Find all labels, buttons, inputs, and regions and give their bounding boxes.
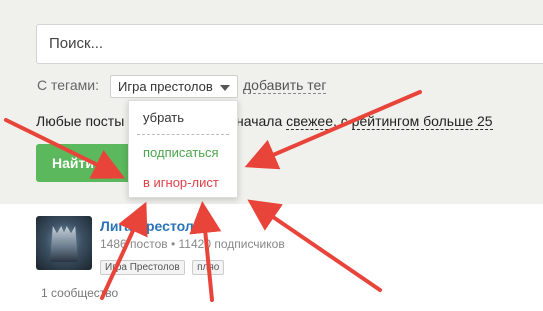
filter-sentence: начала свежее, с рейтингом больше 25	[236, 113, 493, 130]
tag-chip[interactable]: пляо	[192, 260, 225, 275]
chevron-down-icon[interactable]	[220, 85, 230, 91]
tags-label: С тегами:	[37, 77, 99, 93]
filter-middle: начала	[236, 113, 283, 129]
filter-sep: , с	[333, 113, 348, 129]
tag-select-value: Игра престолов	[118, 79, 213, 94]
search-input[interactable]: Поиск...	[36, 24, 543, 64]
stats-dot: •	[170, 237, 176, 251]
menu-item-remove[interactable]: убрать	[143, 110, 184, 125]
subscribers-count: 11420 подписчиков	[178, 237, 285, 251]
posts-count: 1486 постов	[100, 237, 168, 251]
sort-link[interactable]: свежее	[286, 113, 333, 130]
community-name-link[interactable]: Лига Престолов	[100, 218, 211, 234]
community-avatar[interactable]	[36, 216, 92, 270]
search-panel: Поиск... С тегами: Игра престолов добави…	[0, 0, 543, 204]
result-count: 1 сообщество	[41, 286, 119, 300]
community-tags: Игра Престолов пляо	[100, 257, 227, 275]
filter-prefix: Любые посты	[36, 113, 125, 129]
tag-select[interactable]: Игра престолов	[110, 75, 238, 98]
find-posts-button[interactable]: Найти посты	[36, 144, 136, 182]
tag-chip[interactable]: Игра Престолов	[100, 260, 185, 275]
menu-item-ignore[interactable]: в игнор-лист	[143, 175, 219, 190]
rating-link[interactable]: рейтингом больше 25	[351, 113, 493, 130]
throne-icon	[50, 226, 78, 262]
add-tag-link[interactable]: добавить тег	[243, 77, 327, 94]
community-stats: 1486 постов • 11420 подписчиков	[100, 237, 285, 251]
menu-item-subscribe[interactable]: подписаться	[143, 145, 219, 160]
tag-dropdown-menu: убрать подписаться в игнор-лист	[128, 100, 238, 198]
menu-divider	[137, 134, 229, 135]
